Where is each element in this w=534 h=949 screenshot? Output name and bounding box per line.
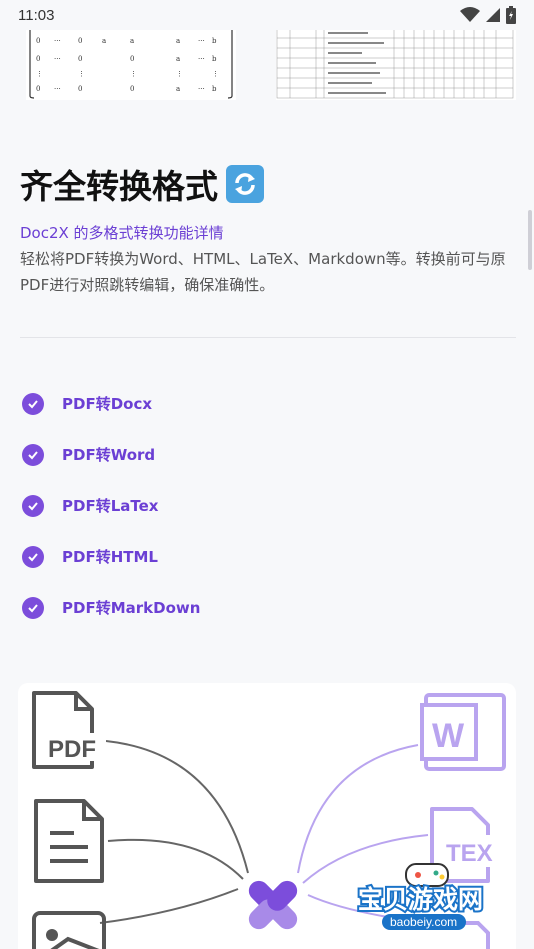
watermark-logo: 宝贝游戏网 baobeiy.com xyxy=(352,862,512,942)
svg-text:···: ··· xyxy=(198,37,205,45)
svg-text:a: a xyxy=(176,85,180,93)
image-file-icon xyxy=(32,911,106,949)
check-circle-icon xyxy=(22,494,44,517)
section-title-text: 齐全转换格式 xyxy=(20,167,218,206)
status-bar: 11:03 xyxy=(0,0,534,30)
feature-label: PDF转MarkDown xyxy=(62,599,201,617)
svg-text:0: 0 xyxy=(36,85,40,93)
svg-text:⋮: ⋮ xyxy=(36,70,43,78)
svg-text:⋮: ⋮ xyxy=(78,70,85,78)
list-item: PDF转Docx xyxy=(20,378,200,429)
svg-text:a: a xyxy=(102,37,106,45)
list-item: PDF转Word xyxy=(20,429,200,480)
svg-text:0: 0 xyxy=(130,85,134,93)
check-circle-icon xyxy=(22,443,44,466)
section-title: 齐全转换格式 xyxy=(20,160,264,208)
section-subtitle: Doc2X 的多格式转换功能详情 xyxy=(20,224,224,242)
svg-text:···: ··· xyxy=(54,37,61,45)
list-item: PDF转HTML xyxy=(20,531,200,582)
svg-text:0: 0 xyxy=(78,85,82,93)
svg-text:⋮: ⋮ xyxy=(130,70,137,78)
svg-text:0: 0 xyxy=(130,55,134,63)
svg-text:a: a xyxy=(176,37,180,45)
arrows-cycle-icon xyxy=(226,165,264,203)
svg-text:b: b xyxy=(212,37,217,45)
svg-text:b: b xyxy=(212,55,217,63)
word-label: W xyxy=(432,717,465,755)
gamepad-icon xyxy=(405,863,449,887)
check-circle-icon xyxy=(22,545,44,568)
table-preview-image xyxy=(276,28,516,100)
section-description: 轻松将PDF转换为Word、HTML、LaTeX、Markdown等。转换前可与… xyxy=(20,250,506,294)
svg-text:···: ··· xyxy=(54,55,61,63)
check-circle-icon xyxy=(22,596,44,619)
watermark-title: 宝贝游戏网 xyxy=(358,885,483,914)
list-item: PDF转LaTex xyxy=(20,480,200,531)
svg-text:0: 0 xyxy=(78,55,82,63)
svg-text:···: ··· xyxy=(198,85,205,93)
pdf-label: PDF xyxy=(48,736,96,763)
svg-text:⋮: ⋮ xyxy=(176,70,183,78)
signal-icon xyxy=(486,8,500,22)
svg-text:···: ··· xyxy=(198,55,205,63)
scrollbar[interactable] xyxy=(528,210,532,270)
feature-label: PDF转LaTex xyxy=(62,497,159,515)
document-file-icon xyxy=(34,799,104,883)
svg-text:a: a xyxy=(176,55,180,63)
svg-text:···: ··· xyxy=(54,85,61,93)
svg-text:⋮: ⋮ xyxy=(212,70,219,78)
feature-list: PDF转Docx PDF转Word PDF转LaTex PDF转HTML PDF… xyxy=(20,378,200,633)
battery-icon xyxy=(506,6,516,24)
feature-label: PDF转Word xyxy=(62,446,156,464)
watermark-url: baobeiy.com xyxy=(390,915,457,929)
doc2x-logo-icon xyxy=(248,880,298,930)
status-time: 11:03 xyxy=(18,6,55,24)
svg-text:b: b xyxy=(212,85,217,93)
pdf-file-icon: PDF xyxy=(32,691,106,769)
matrix-preview-image: 0 ··· 0 a a a ··· b 0 ··· 0 0 a ··· b ⋮ ⋮ ⋮ ⋮ ⋮ 0 ··· 0 0 a ··… xyxy=(26,28,236,100)
divider xyxy=(20,337,516,338)
svg-text:0: 0 xyxy=(36,55,40,63)
feature-label: PDF转Docx xyxy=(62,395,153,413)
list-item: PDF转MarkDown xyxy=(20,582,200,633)
svg-text:a: a xyxy=(130,37,134,45)
wifi-icon xyxy=(460,7,480,22)
svg-text:0: 0 xyxy=(36,37,40,45)
svg-text:0: 0 xyxy=(78,37,82,45)
status-icons xyxy=(460,6,516,24)
word-file-icon: W xyxy=(420,693,506,771)
check-circle-icon xyxy=(22,392,44,415)
feature-label: PDF转HTML xyxy=(62,548,158,566)
